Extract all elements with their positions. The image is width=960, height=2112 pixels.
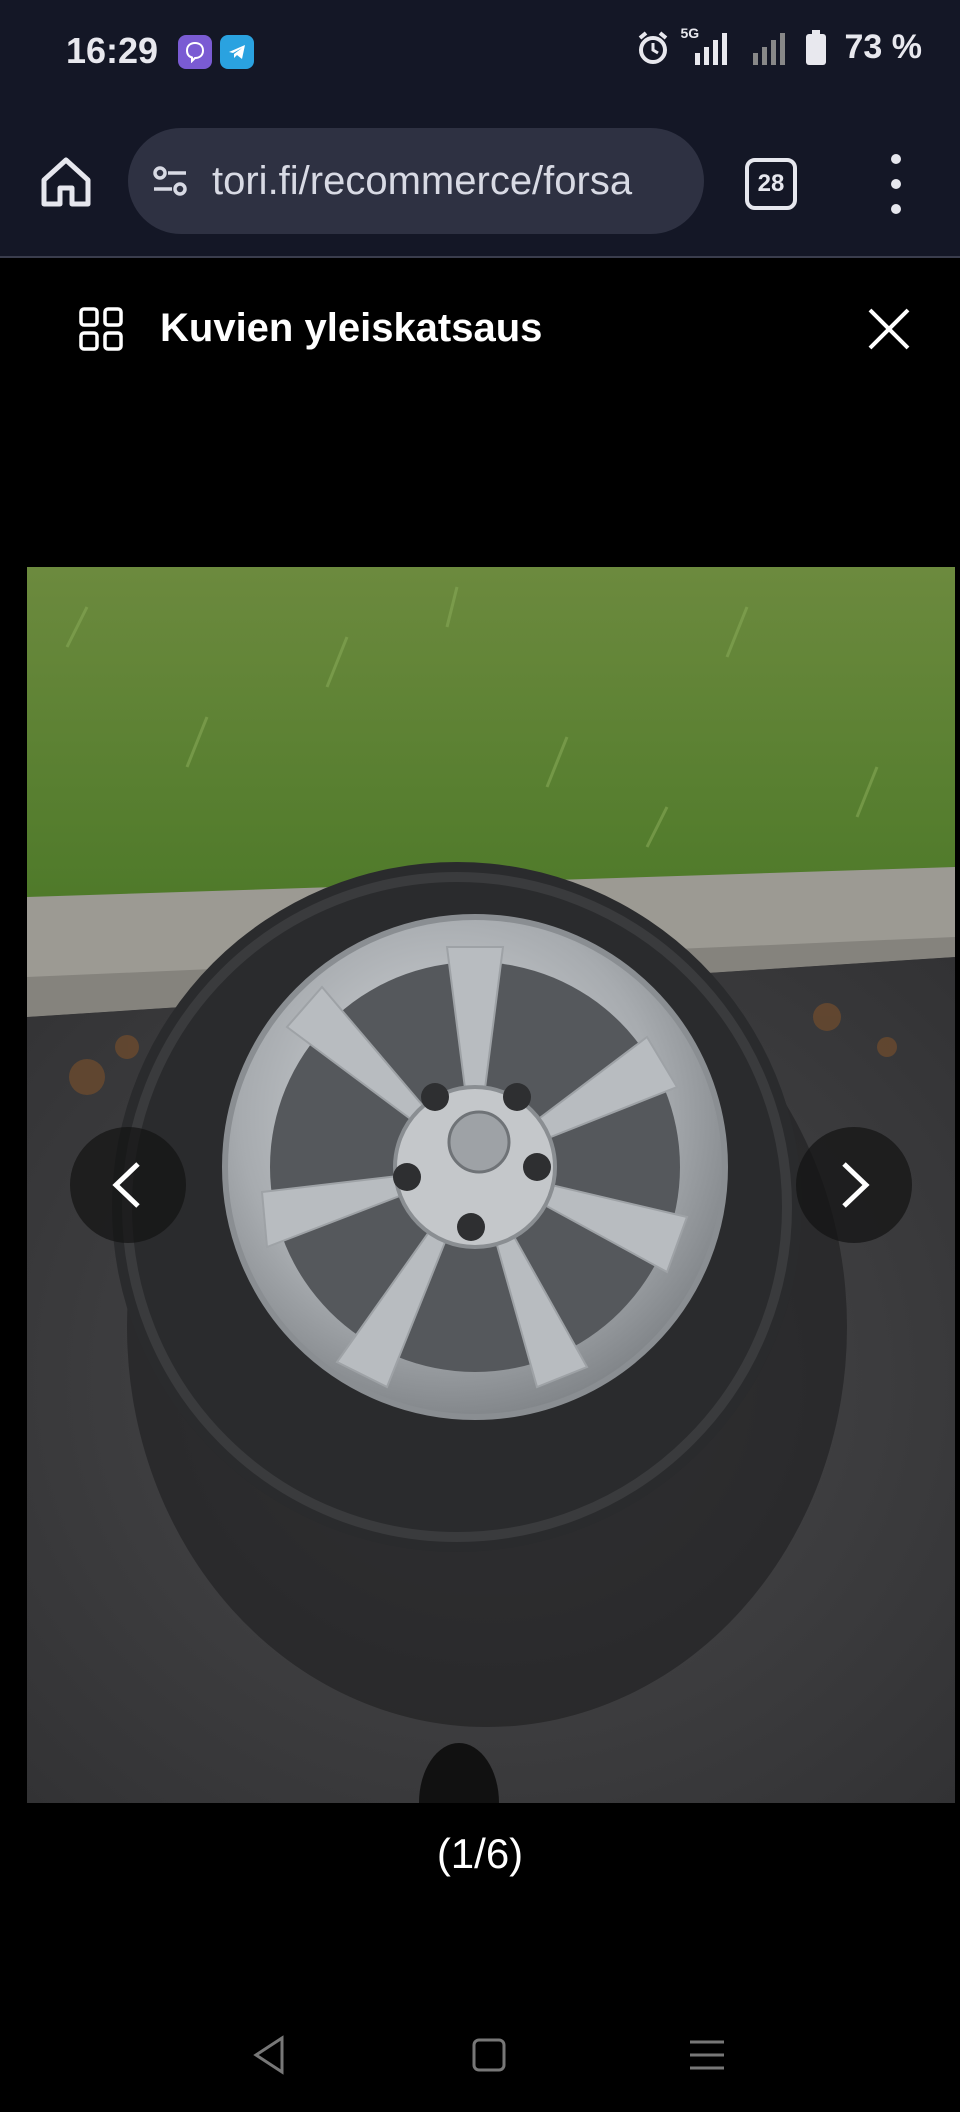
status-bar: 16:29 5G 73 % [0,0,960,110]
recent-apps-icon[interactable] [682,2030,732,2080]
chevron-left-icon [112,1162,140,1208]
system-navigation-bar [0,2010,960,2100]
close-icon[interactable] [866,306,912,352]
status-indicators: 5G 73 % [635,25,923,67]
site-settings-icon[interactable] [150,161,190,201]
image-viewer-header: Kuvien yleiskatsaus [0,258,960,398]
next-image-button[interactable] [796,1127,912,1243]
menu-dot [891,154,901,164]
home-icon[interactable] [38,154,94,210]
url-text[interactable]: tori.fi/recommerce/forsa [212,159,632,204]
image-counter: (1/6) [436,1830,524,1877]
alarm-icon [638,30,667,64]
home-nav-icon[interactable] [464,2030,514,2080]
menu-dot [891,204,901,214]
signal-5g: 5G [681,25,729,65]
viber-icon [178,35,212,69]
previous-image-button[interactable] [70,1127,186,1243]
tab-switcher-button[interactable]: 28 [745,158,797,210]
telegram-icon [220,35,254,69]
battery-icon [805,29,826,65]
battery-percent: 73 % [844,28,923,66]
status-time: 16:29 [66,30,159,71]
back-icon[interactable] [244,2030,294,2080]
browser-toolbar: tori.fi/recommerce/forsa 28 [0,110,960,258]
chevron-right-icon [842,1162,870,1208]
url-bar[interactable]: tori.fi/recommerce/forsa [128,128,704,234]
menu-dot [891,179,901,189]
network-label: 5G [680,24,700,41]
image-overview-link[interactable]: Kuvien yleiskatsaus [160,306,542,351]
more-menu-icon[interactable] [888,154,904,214]
signal-icon [752,32,785,65]
grid-overview-icon[interactable] [78,306,124,352]
